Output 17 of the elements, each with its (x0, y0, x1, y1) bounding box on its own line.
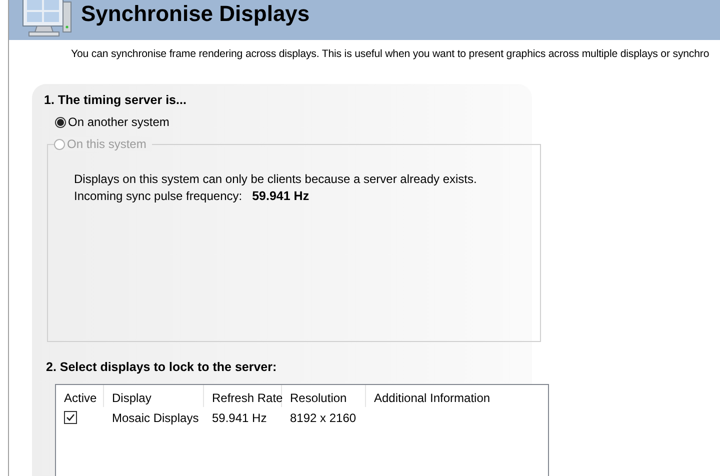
table-cell-text: 8192 x 2160 (289, 410, 358, 426)
description-text: You can synchronise frame rendering across displays. This is useful when you want to present graphics across multiple displays or synchro (71, 48, 710, 60)
table-cell-text: Mosaic Displays (111, 410, 200, 426)
column-header[interactable]: Additional Information (366, 385, 540, 407)
section-heading: 2. Select displays to lock to the server: (46, 360, 278, 374)
table-cell-text: 59.941 Hz (211, 410, 268, 426)
checkbox[interactable] (64, 411, 77, 424)
section-heading: 1. The timing server is... (44, 93, 188, 107)
radio-option[interactable]: On another system (55, 115, 170, 129)
column-header[interactable]: Active (56, 385, 104, 407)
column-header[interactable]: Refresh Rate (204, 385, 282, 407)
frequency-value: 59.941 Hz (252, 189, 310, 203)
column-header[interactable]: Resolution (282, 385, 366, 407)
info-text: Displays on this system can only be clients because a server already exists. (74, 172, 478, 186)
page-title: Synchronise Displays (81, 1, 310, 27)
column-header[interactable]: Display (104, 385, 204, 407)
frequency-label: Incoming sync pulse frequency: (74, 189, 242, 203)
